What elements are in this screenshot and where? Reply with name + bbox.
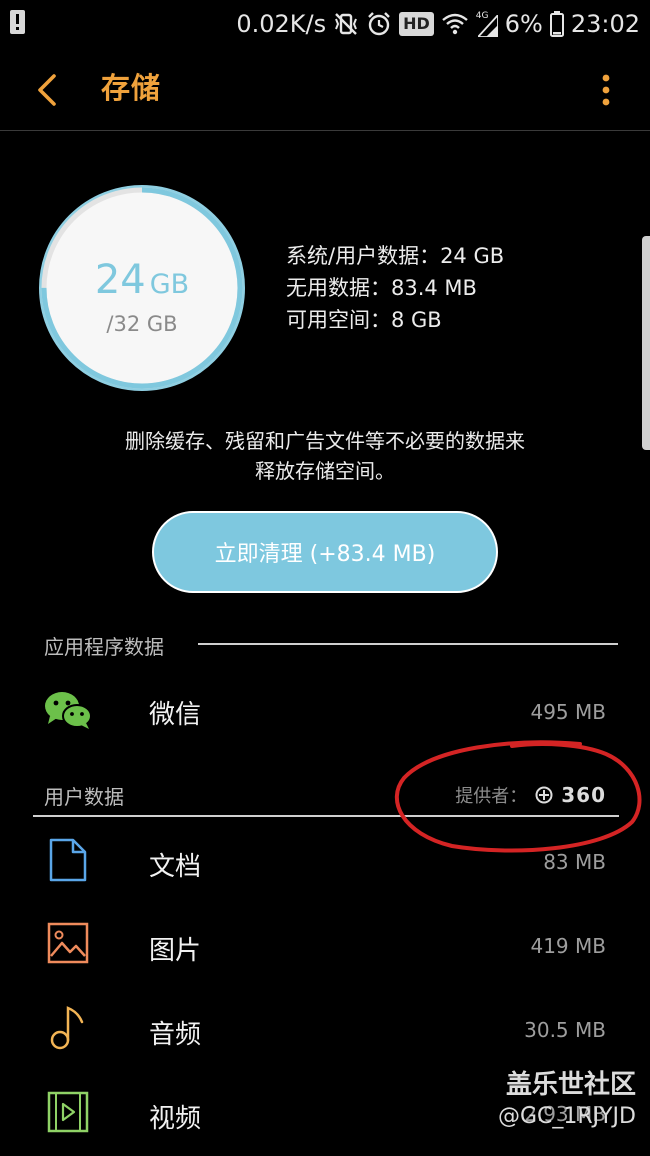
battery-icon [549,11,564,37]
cleanup-description-line2: 释放存储空间。 [255,459,395,483]
battery-percent: 6% [504,10,543,38]
list-item-label: 微信 [149,700,202,730]
list-item-size: 30.5 MB [524,1018,606,1042]
stat-available: 可用空间：8 GB [286,308,442,332]
stat-junk: 无用数据：83.4 MB [286,276,477,300]
vibrate-mute-icon [335,13,358,35]
list-item-size: 419 MB [530,934,606,958]
section-divider-app-data [198,643,618,645]
storage-stats: 系统/用户数据：24 GB 无用数据：83.4 MB 可用空间：8 GB [286,240,504,336]
clean-now-button[interactable]: 立即清理 (+83.4 MB) [152,511,498,593]
video-icon [47,1091,89,1133]
list-item-label: 视频 [149,1104,202,1134]
cleanup-description: 删除缓存、残留和广告文件等不必要的数据来 释放存储空间。 [30,426,620,486]
scroll-indicator[interactable] [642,236,650,450]
music-note-icon [50,1006,84,1050]
total-storage: /32 GB [106,312,178,336]
alert-icon [10,10,25,34]
document-icon [49,838,87,882]
used-storage-unit: GB [149,269,190,300]
image-icon [47,922,89,964]
status-icons: 0.02K/s HD 4G 6% 23:02 [236,6,640,42]
section-title-app-data: 应用程序数据 [44,635,164,659]
back-arrow-icon[interactable] [28,70,68,110]
used-storage-value: 24 [94,257,146,303]
list-item-label: 音频 [149,1020,202,1050]
alarm-icon [368,12,390,36]
cleanup-description-line1: 删除缓存、残留和广告文件等不必要的数据来 [125,429,525,453]
hd-badge: HD [399,12,434,36]
signal-icon: 4G [476,11,498,37]
list-item-wechat[interactable]: 微信 495 MB [0,680,650,742]
watermark-title: 盖乐世社区 [505,1070,636,1100]
wechat-icon [45,692,92,729]
more-options-icon[interactable] [598,70,614,110]
list-item-label: 图片 [149,936,202,966]
section-title-user-data: 用户数据 [44,785,124,809]
watermark-handle: @GC_1RJYJD [497,1104,636,1129]
app-header: 存储 [0,50,650,131]
list-item-size: 495 MB [530,700,606,724]
list-item-label: 文档 [149,852,202,882]
page-title: 存储 [101,71,162,105]
wifi-icon [441,13,468,35]
clock: 23:02 [570,10,640,38]
status-bar: 0.02K/s HD 4G 6% 23:02 [0,0,650,48]
annotation-circle [394,740,642,853]
list-item-audio[interactable]: 音频 30.5 MB [0,1000,650,1062]
storage-ring-label: 24 GB /32 GB [36,182,248,394]
used-storage: 24 GB [36,256,248,309]
network-speed: 0.02K/s [236,10,327,38]
stat-system-user: 系统/用户数据：24 GB [286,244,505,268]
list-item-images[interactable]: 图片 419 MB [0,916,650,978]
